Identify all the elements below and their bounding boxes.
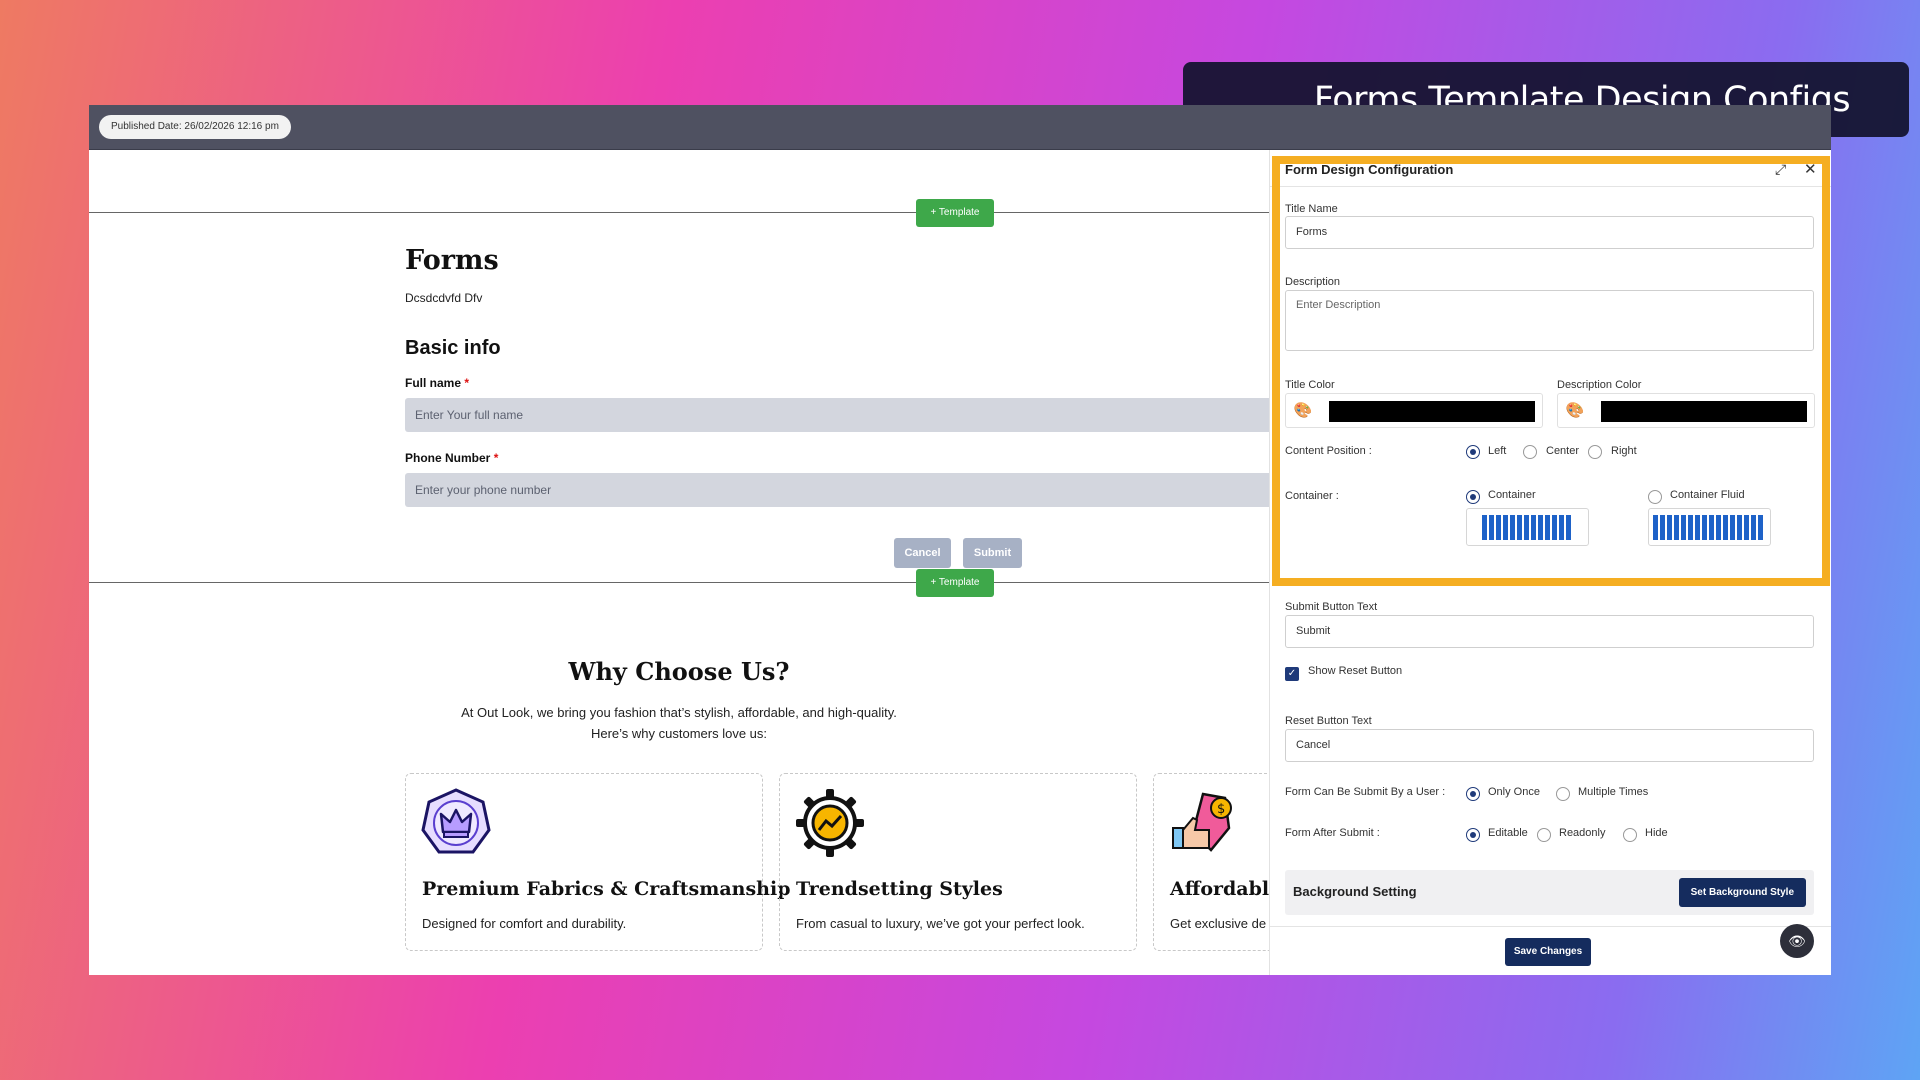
description-textarea[interactable]: Enter Description: [1285, 290, 1814, 351]
feature-card-title: Affordable: [1170, 878, 1282, 900]
preview-eye-icon[interactable]: 👁: [1780, 924, 1814, 958]
container-fluid-option-label: Container Fluid: [1670, 489, 1745, 501]
palette-icon: 🎨: [1293, 402, 1313, 419]
form-description: Dcsdcdvfd Dfv: [405, 291, 483, 305]
form-design-config-panel: Form Design Configuration ⤢ ✕ Title Name…: [1269, 150, 1831, 975]
description-color-swatch: [1601, 401, 1807, 422]
phone-label-text: Phone Number: [405, 451, 491, 465]
hide-radio[interactable]: [1623, 828, 1637, 842]
title-color-swatch: [1329, 401, 1535, 422]
submit-text-label: Submit Button Text: [1285, 601, 1378, 613]
container-radio[interactable]: [1466, 490, 1480, 504]
published-date-badge: Published Date: 26/02/2026 12:16 pm: [99, 115, 291, 139]
required-marker: *: [464, 376, 470, 390]
description-label: Description: [1285, 276, 1341, 288]
section-title: Basic info: [405, 337, 501, 359]
feature-card-text: Designed for comfort and durability.: [422, 916, 627, 931]
description-color-picker[interactable]: 🎨: [1557, 393, 1815, 428]
top-toolbar: Published Date: 26/02/2026 12:16 pm: [89, 105, 1831, 150]
feature-card-title: Premium Fabrics & Craftsmanship: [422, 878, 791, 900]
set-background-style-button[interactable]: Set Background Style: [1678, 878, 1806, 907]
close-icon[interactable]: ✕: [1804, 160, 1817, 178]
multiple-times-label: Multiple Times: [1578, 786, 1649, 798]
save-changes-button[interactable]: Save Changes: [1505, 938, 1591, 966]
palette-icon: 🎨: [1565, 402, 1585, 419]
show-reset-label: Show Reset Button: [1308, 665, 1403, 677]
add-template-button[interactable]: + Template: [916, 569, 994, 597]
why-text-line: Here’s why customers love us:: [590, 726, 768, 741]
editable-label: Editable: [1488, 827, 1528, 839]
form-submit-button[interactable]: Submit: [963, 538, 1022, 568]
feature-card: Trendsetting Styles From casual to luxur…: [779, 773, 1137, 951]
background-setting-title: Background Setting: [1293, 884, 1417, 899]
app-window: Published Date: 26/02/2026 12:16 pm + Te…: [89, 105, 1831, 975]
position-left-label: Left: [1488, 445, 1507, 457]
editable-radio[interactable]: [1466, 828, 1480, 842]
form-cancel-button[interactable]: Cancel: [894, 538, 951, 568]
title-name-input[interactable]: Forms: [1285, 216, 1814, 249]
container-preview[interactable]: [1466, 508, 1589, 546]
container-fluid-radio[interactable]: [1648, 490, 1662, 504]
multiple-times-radio[interactable]: [1556, 787, 1570, 801]
submit-by-user-label: Form Can Be Submit By a User :: [1285, 786, 1446, 798]
full-name-label: Full name *: [405, 376, 469, 390]
background-setting-row: Background Setting Set Background Style: [1285, 870, 1814, 915]
add-template-button[interactable]: + Template: [916, 199, 994, 227]
after-submit-label: Form After Submit :: [1285, 827, 1380, 839]
readonly-label: Readonly: [1559, 827, 1606, 839]
show-reset-checkbox[interactable]: ✓: [1285, 667, 1299, 681]
why-text: At Out Look, we bring you fashion that’s…: [89, 702, 1269, 744]
phone-label: Phone Number *: [405, 451, 498, 465]
required-marker: *: [493, 451, 499, 465]
crown-icon: [421, 788, 491, 858]
position-right-label: Right: [1611, 445, 1637, 457]
price-tag-thumb-icon: $: [1169, 788, 1239, 858]
position-right-radio[interactable]: [1588, 445, 1602, 459]
readonly-radio[interactable]: [1537, 828, 1551, 842]
title-color-label: Title Color: [1285, 379, 1335, 391]
container-preview-bars: [1482, 515, 1571, 540]
full-name-input[interactable]: Enter Your full name: [405, 398, 1277, 432]
description-color-label: Description Color: [1557, 379, 1642, 391]
title-name-label: Title Name: [1285, 203, 1338, 215]
feature-card-text: From casual to luxury, we’ve got your pe…: [796, 916, 1085, 931]
container-fluid-preview-bars: [1653, 515, 1763, 540]
container-label: Container :: [1285, 490, 1339, 502]
template-divider-top: [89, 212, 1269, 213]
panel-footer: Save Changes: [1270, 926, 1831, 975]
panel-title: Form Design Configuration: [1285, 162, 1454, 177]
feature-card-title: Trendsetting Styles: [796, 878, 1003, 900]
why-text-line: At Out Look, we bring you fashion that’s…: [461, 705, 897, 720]
svg-text:$: $: [1217, 802, 1225, 817]
template-divider-bottom: [89, 582, 1269, 583]
submit-text-input[interactable]: Submit: [1285, 615, 1814, 648]
only-once-label: Only Once: [1488, 786, 1540, 798]
reset-text-label: Reset Button Text: [1285, 715, 1372, 727]
panel-header: Form Design Configuration ⤢ ✕: [1270, 150, 1831, 187]
container-option-label: Container: [1488, 489, 1536, 501]
feature-card: Premium Fabrics & Craftsmanship Designed…: [405, 773, 791, 951]
form-title: Forms: [405, 245, 499, 276]
position-center-label: Center: [1546, 445, 1580, 457]
full-name-label-text: Full name: [405, 376, 462, 390]
hide-label: Hide: [1645, 827, 1668, 839]
reset-text-input[interactable]: Cancel: [1285, 729, 1814, 762]
container-fluid-preview[interactable]: [1648, 508, 1771, 546]
why-title: Why Choose Us?: [568, 657, 790, 686]
position-center-radio[interactable]: [1523, 445, 1537, 459]
expand-icon[interactable]: ⤢: [1775, 161, 1786, 178]
phone-input[interactable]: Enter your phone number: [405, 473, 1277, 507]
trend-gear-icon: [795, 788, 865, 858]
feature-card-text: Get exclusive de: [1170, 916, 1267, 931]
title-color-picker[interactable]: 🎨: [1285, 393, 1543, 428]
content-position-label: Content Position :: [1285, 445, 1372, 457]
only-once-radio[interactable]: [1466, 787, 1480, 801]
position-left-radio[interactable]: [1466, 445, 1480, 459]
